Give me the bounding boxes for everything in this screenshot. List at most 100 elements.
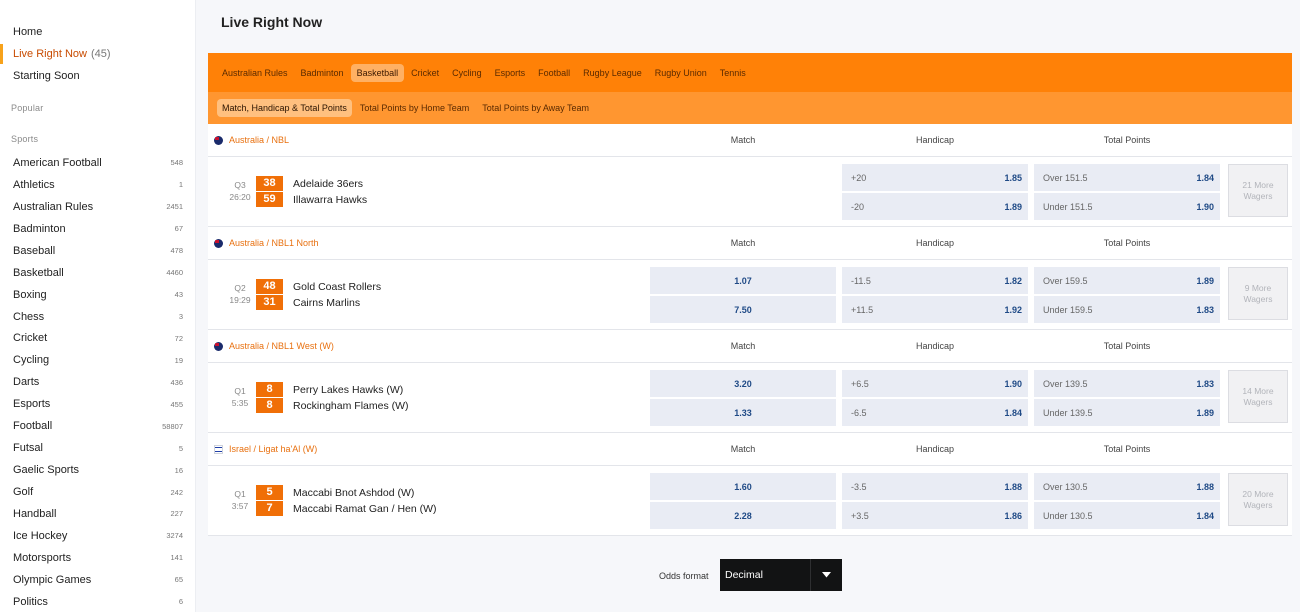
match-odds-home[interactable]: 1.07 <box>650 267 836 294</box>
away-team-name[interactable]: Rockingham Flames (W) <box>293 400 409 412</box>
total-under-odds[interactable]: Under 151.5 1.90 <box>1034 193 1220 220</box>
handicap-odds-home[interactable]: +6.5 1.90 <box>842 370 1028 397</box>
sidebar-item-golf[interactable]: Golf 242 <box>0 481 195 503</box>
sidebar-item-badminton[interactable]: Badminton 67 <box>0 218 195 240</box>
total-line: Over 139.5 <box>1043 378 1088 389</box>
sidebar-item-chess[interactable]: Chess 3 <box>0 306 195 328</box>
game-clock: Q1 3:57 <box>226 488 254 512</box>
handicap-line: +11.5 <box>851 304 874 315</box>
chevron-down-icon[interactable] <box>810 559 842 591</box>
game-time: 19:29 <box>229 295 251 305</box>
handicap-odds-away[interactable]: -20 1.89 <box>842 193 1028 220</box>
more-wagers-button[interactable]: 21 More Wagers <box>1228 164 1288 217</box>
game-time: 26:20 <box>229 192 251 202</box>
total-over-odds[interactable]: Over 139.5 1.83 <box>1034 370 1220 397</box>
tab-esports[interactable]: Esports <box>489 64 532 82</box>
sidebar-item-athletics[interactable]: Athletics 1 <box>0 174 195 196</box>
home-team-name[interactable]: Adelaide 36ers <box>293 178 363 190</box>
sidebar-item-boxing[interactable]: Boxing 43 <box>0 284 195 306</box>
home-team-name[interactable]: Maccabi Bnot Ashdod (W) <box>293 487 414 499</box>
sidebar-item-football[interactable]: Football 58807 <box>0 415 195 437</box>
tab-rugby-union[interactable]: Rugby Union <box>649 64 713 82</box>
away-team-name[interactable]: Cairns Marlins <box>293 297 360 309</box>
market-tab-total-points-by-home-team[interactable]: Total Points by Home Team <box>355 99 474 117</box>
sidebar-item-american-football[interactable]: American Football 548 <box>0 152 195 174</box>
league-link[interactable]: Australia / NBL1 North <box>214 238 319 248</box>
sidebar-item-politics[interactable]: Politics 6 <box>0 591 195 612</box>
home-team-name[interactable]: Gold Coast Rollers <box>293 281 381 293</box>
sidebar-item-home[interactable]: Home <box>0 21 195 43</box>
total-under-odds[interactable]: Under 130.5 1.84 <box>1034 502 1220 529</box>
sidebar-item-darts[interactable]: Darts 436 <box>0 371 195 393</box>
away-team-name[interactable]: Illawarra Hawks <box>293 194 367 206</box>
tab-basketball[interactable]: Basketball <box>350 63 405 82</box>
sidebar-item-ice-hockey[interactable]: Ice Hockey 3274 <box>0 525 195 547</box>
total-over-odds[interactable]: Over 159.5 1.89 <box>1034 267 1220 294</box>
sidebar-item-cricket[interactable]: Cricket 72 <box>0 328 195 350</box>
home-team-name[interactable]: Perry Lakes Hawks (W) <box>293 384 403 396</box>
odds-format-select[interactable]: Decimal <box>720 559 842 591</box>
total-under-odds[interactable]: Under 159.5 1.83 <box>1034 296 1220 323</box>
odds-value: 1.90 <box>1196 201 1214 212</box>
sidebar-item-baseball[interactable]: Baseball 478 <box>0 240 195 262</box>
league-header: Australia / NBL1 North Match Handicap Total… <box>208 227 1292 260</box>
league-link[interactable]: Australia / NBL <box>214 135 289 145</box>
handicap-line: -20 <box>851 201 865 212</box>
more-wagers-button[interactable]: 9 More Wagers <box>1228 267 1288 320</box>
handicap-odds-away[interactable]: +3.5 1.86 <box>842 502 1028 529</box>
handicap-odds-home[interactable]: -11.5 1.82 <box>842 267 1028 294</box>
sport-name: Cycling <box>13 354 50 367</box>
column-header-total-points: Total Points <box>1103 238 1151 248</box>
sidebar-item-live-right-now[interactable]: Live Right Now (45) <box>0 43 195 65</box>
sidebar-item-starting-soon[interactable]: Starting Soon <box>0 65 195 87</box>
handicap-odds-away[interactable]: -6.5 1.84 <box>842 399 1028 426</box>
league-link[interactable]: Australia / NBL1 West (W) <box>214 341 334 351</box>
sidebar-item-motorsports[interactable]: Motorsports 141 <box>0 547 195 569</box>
sidebar-item-cycling[interactable]: Cycling 19 <box>0 349 195 371</box>
market-tab-match-handicap-total-points[interactable]: Match, Handicap & Total Points <box>217 99 352 117</box>
more-wagers-button[interactable]: 20 More Wagers <box>1228 473 1288 526</box>
total-over-odds[interactable]: Over 151.5 1.84 <box>1034 164 1220 191</box>
match-odds-away[interactable]: 1.33 <box>650 399 836 426</box>
sidebar-item-gaelic-sports[interactable]: Gaelic Sports 16 <box>0 459 195 481</box>
league-link[interactable]: Israel / Ligat ha'Al (W) <box>214 444 317 454</box>
odds-value: 1.84 <box>1196 510 1214 521</box>
more-wagers-button[interactable]: 14 More Wagers <box>1228 370 1288 423</box>
tab-football[interactable]: Football <box>532 64 576 82</box>
sport-count: 16 <box>174 465 183 475</box>
league-header: Australia / NBL1 West (W) Match Handicap To… <box>208 330 1292 363</box>
handicap-line: -11.5 <box>851 275 871 286</box>
total-under-odds[interactable]: Under 139.5 1.89 <box>1034 399 1220 426</box>
match-odds-home[interactable]: 1.60 <box>650 473 836 500</box>
handicap-odds-home[interactable]: -3.5 1.88 <box>842 473 1028 500</box>
sport-count: 43 <box>174 290 183 300</box>
tab-cricket[interactable]: Cricket <box>405 64 445 82</box>
tab-badminton[interactable]: Badminton <box>295 64 350 82</box>
match-odds-away[interactable]: 7.50 <box>650 296 836 323</box>
tab-rugby-league[interactable]: Rugby League <box>577 64 648 82</box>
event-row: Australia / NBL1 West (W) Match Handicap To… <box>208 330 1292 433</box>
match-odds-away[interactable]: 2.28 <box>650 502 836 529</box>
sidebar-item-handball[interactable]: Handball 227 <box>0 503 195 525</box>
handicap-odds-home[interactable]: +20 1.85 <box>842 164 1028 191</box>
column-header-handicap: Handicap <box>915 444 955 454</box>
tab-tennis[interactable]: Tennis <box>714 64 752 82</box>
odds-format-control: Odds format Decimal <box>208 559 1292 592</box>
away-team-name[interactable]: Maccabi Ramat Gan / Hen (W) <box>293 503 437 515</box>
total-over-odds[interactable]: Over 130.5 1.88 <box>1034 473 1220 500</box>
sidebar-item-olympic-games[interactable]: Olympic Games 65 <box>0 569 195 591</box>
sidebar-item-label: Starting Soon <box>13 70 80 82</box>
match-odds-home[interactable]: 3.20 <box>650 370 836 397</box>
tab-australian-rules[interactable]: Australian Rules <box>216 64 294 82</box>
sidebar-item-futsal[interactable]: Futsal 5 <box>0 437 195 459</box>
sidebar-item-australian-rules[interactable]: Australian Rules 2451 <box>0 196 195 218</box>
sport-count: 548 <box>170 158 183 168</box>
home-score: 8 <box>256 382 283 397</box>
sidebar-item-basketball[interactable]: Basketball 4460 <box>0 262 195 284</box>
sidebar-item-esports[interactable]: Esports 455 <box>0 393 195 415</box>
handicap-odds-away[interactable]: +11.5 1.92 <box>842 296 1028 323</box>
sidebar-main-nav: Home Live Right Now (45) Starting Soon <box>0 0 195 87</box>
tab-cycling[interactable]: Cycling <box>446 64 488 82</box>
market-tab-total-points-by-away-team[interactable]: Total Points by Away Team <box>477 99 594 117</box>
game-time: 3:57 <box>231 501 249 511</box>
